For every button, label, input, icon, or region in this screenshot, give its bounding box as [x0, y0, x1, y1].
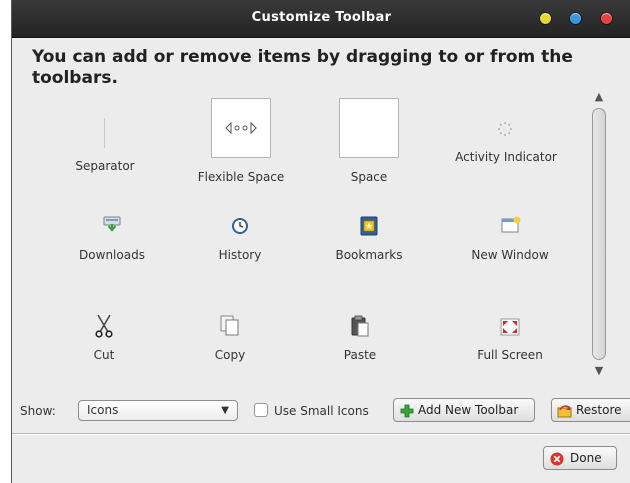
copy-icon — [220, 315, 240, 337]
customize-toolbar-window: Customize Toolbar You can add or remove … — [11, 0, 630, 483]
scroll-up-arrow-icon[interactable]: ▲ — [592, 90, 606, 104]
show-select[interactable]: Icons ▼ — [78, 400, 238, 421]
separator-icon — [104, 118, 105, 148]
instructions-heading: You can add or remove items by dragging … — [32, 47, 573, 88]
palette-item-paste[interactable]: Paste — [330, 310, 390, 370]
plus-icon — [400, 403, 414, 418]
chevron-down-icon: ▼ — [221, 405, 229, 416]
title-bar[interactable]: Customize Toolbar — [12, 0, 630, 38]
palette-item-flexible-space[interactable]: Flexible Space — [184, 98, 298, 184]
palette-item-cut[interactable]: Cut — [74, 310, 134, 370]
space-icon — [339, 98, 399, 158]
palette-item-bookmarks[interactable]: Bookmarks — [324, 208, 414, 268]
palette-item-space[interactable]: Space — [324, 98, 414, 184]
options-bar: Show: Icons ▼ Use Small Icons Add New To… — [12, 395, 630, 425]
window-title: Customize Toolbar — [251, 10, 392, 25]
close-circle-icon — [550, 451, 564, 466]
downloads-icon — [103, 216, 121, 234]
vertical-scrollbar[interactable] — [592, 108, 606, 360]
minimize-button[interactable] — [540, 13, 551, 24]
palette-item-separator[interactable]: Separator — [60, 98, 150, 178]
toolbar-items-palette: Separator Flexible Space Space Activity … — [12, 88, 592, 388]
small-icons-label: Use Small Icons — [274, 404, 369, 418]
add-new-toolbar-label: Add New Toolbar — [418, 403, 519, 417]
done-label: Done — [570, 451, 602, 465]
footer-divider — [12, 433, 630, 435]
maximize-button[interactable] — [570, 13, 581, 24]
show-select-value: Icons — [87, 403, 119, 417]
palette-item-copy[interactable]: Copy — [200, 310, 260, 370]
new-window-icon — [501, 216, 521, 234]
palette-item-downloads[interactable]: Downloads — [64, 208, 160, 268]
small-icons-checkbox[interactable] — [254, 403, 268, 417]
show-label: Show: — [20, 404, 56, 418]
restore-label: Restore — [576, 403, 622, 417]
done-button[interactable]: Done — [543, 446, 617, 470]
paste-icon — [350, 315, 370, 337]
palette-item-new-window[interactable]: New Window — [462, 208, 558, 268]
history-icon — [231, 217, 249, 235]
palette-item-activity-indicator[interactable]: Activity Indicator — [444, 98, 568, 178]
flexible-space-icon — [211, 98, 271, 158]
restore-button[interactable]: Restore — [551, 398, 630, 422]
palette-item-full-screen[interactable]: Full Screen — [462, 310, 558, 370]
bookmarks-icon — [360, 216, 378, 236]
scrollbar-thumb[interactable] — [592, 108, 606, 360]
activity-indicator-icon — [497, 121, 513, 137]
scroll-down-arrow-icon[interactable]: ▼ — [592, 364, 606, 378]
restore-icon — [557, 403, 573, 418]
close-button[interactable] — [601, 13, 612, 24]
add-new-toolbar-button[interactable]: Add New Toolbar — [393, 398, 535, 422]
palette-item-history[interactable]: History — [200, 208, 280, 268]
full-screen-icon — [500, 318, 520, 336]
scissors-icon — [94, 314, 114, 338]
